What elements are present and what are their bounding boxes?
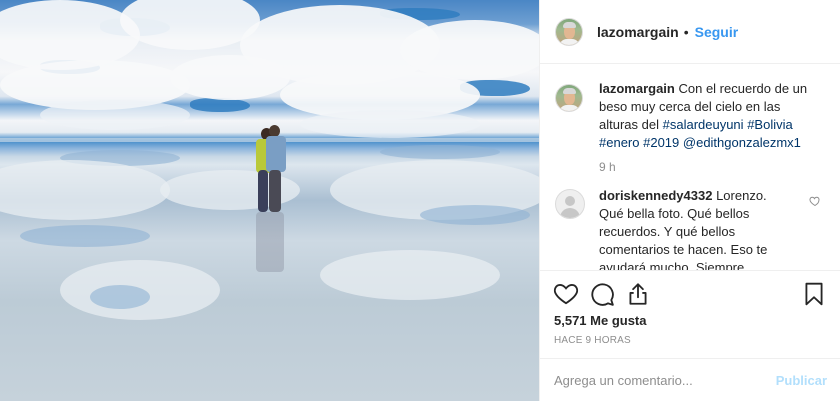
caption-text: lazomargain Con el recuerdo de un beso m… [599, 80, 819, 152]
post-caption: lazomargain Con el recuerdo de un beso m… [555, 80, 825, 152]
post-comment-button[interactable]: Publicar [776, 373, 827, 388]
cloud [40, 100, 190, 130]
cloud [300, 110, 480, 138]
person-legs [258, 170, 268, 212]
person-body [266, 136, 286, 172]
comment-icon[interactable] [589, 281, 615, 307]
reflection [420, 205, 530, 225]
hashtag-link[interactable]: #2019 [643, 135, 679, 150]
reflection [20, 225, 150, 247]
reflection [320, 250, 500, 300]
cloud [120, 0, 260, 50]
reflection [90, 285, 150, 309]
separator-dot: • [683, 23, 689, 40]
reflection [380, 145, 500, 159]
add-comment-bar: Agrega un comentario... Publicar [540, 358, 840, 401]
avatar[interactable] [555, 189, 585, 219]
post-side-panel: lazomargain • Seguir lazomargain Con el … [539, 0, 840, 401]
comment-text: doriskennedy4332 Lorenzo. Qué bella foto… [599, 187, 789, 270]
reflection [0, 160, 170, 220]
comment-input[interactable]: Agrega un comentario... [554, 373, 776, 388]
post-date[interactable]: HACE 9 HORAS [554, 335, 631, 346]
caption-time: 9 h [599, 160, 616, 174]
hashtag-link[interactable]: #salardeuyuni [663, 117, 744, 132]
cloud [400, 20, 539, 80]
avatar[interactable] [555, 84, 583, 112]
heart-icon[interactable] [553, 281, 579, 307]
comment-item: doriskennedy4332 Lorenzo. Qué bella foto… [555, 187, 825, 270]
comment-username[interactable]: doriskennedy4332 [599, 188, 712, 203]
bookmark-icon[interactable] [801, 281, 827, 307]
cloud [170, 55, 290, 100]
person-legs [269, 170, 281, 212]
mention-link[interactable]: @edithgonzalezmx1 [683, 135, 801, 150]
avatar[interactable] [555, 17, 583, 46]
share-icon[interactable] [625, 281, 651, 307]
post-header: lazomargain • Seguir [540, 0, 840, 64]
cloud [0, 0, 140, 70]
action-icons [553, 281, 651, 307]
small-heart-icon[interactable] [809, 195, 821, 207]
hashtag-link[interactable]: #enero [599, 135, 639, 150]
post-photo[interactable] [0, 0, 539, 401]
likes-count[interactable]: 5,571 Me gusta [554, 313, 647, 328]
caption-username[interactable]: lazomargain [599, 81, 675, 96]
person-reflection [256, 212, 284, 272]
sky-patch [190, 98, 250, 112]
hashtag-link[interactable]: #Bolivia [747, 117, 793, 132]
comments-list[interactable]: lazomargain Con el recuerdo de un beso m… [540, 64, 840, 270]
follow-button[interactable]: Seguir [695, 24, 739, 40]
post-author-username[interactable]: lazomargain [597, 24, 679, 40]
post-actions: 5,571 Me gusta HACE 9 HORAS [540, 270, 840, 350]
